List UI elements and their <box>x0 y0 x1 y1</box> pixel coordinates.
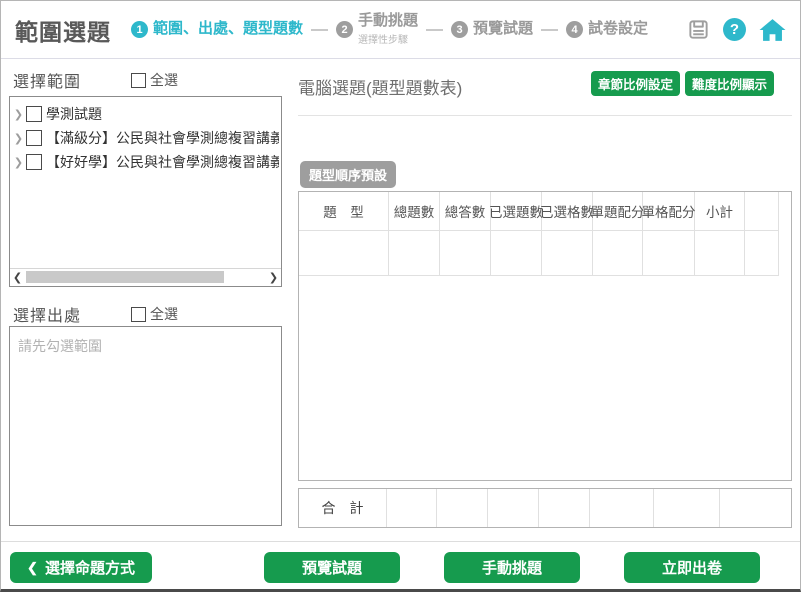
range-section-title: 選擇範圍 <box>13 68 131 92</box>
col-extra <box>745 192 779 231</box>
scrollbar-track[interactable] <box>25 269 266 286</box>
total-cell <box>387 489 437 527</box>
help-icon[interactable]: ? <box>723 18 746 41</box>
table-cell <box>542 231 593 276</box>
table-empty-row <box>299 231 791 276</box>
range-section-header: 選擇範圍 全選 <box>13 68 283 92</box>
difficulty-ratio-button[interactable]: 難度比例顯示 <box>685 71 774 96</box>
total-cell <box>590 489 654 527</box>
chevron-left-icon: ❮ <box>27 560 38 576</box>
range-select-all-checkbox[interactable] <box>131 73 146 88</box>
table-cell <box>593 231 643 276</box>
range-select-all[interactable]: 全選 <box>131 70 178 90</box>
header-bar: 範圍選題 1 範圍、出處、題型題數 2 手動挑題 選擇性步驟 3 預覽試題 4 <box>1 1 800 59</box>
step-4-number-badge: 4 <box>566 21 583 38</box>
source-placeholder-text: 請先勾選範圍 <box>10 327 281 365</box>
expand-chevron-icon[interactable]: ❯ <box>12 132 25 145</box>
scrollbar-thumb[interactable] <box>26 271 224 283</box>
total-label-cell: 合 計 <box>299 489 387 527</box>
col-points-per-question: 單題配分 <box>593 192 643 231</box>
tree-item-checkbox[interactable] <box>26 106 42 122</box>
step-2-subtitle: 選擇性步驟 <box>358 31 418 46</box>
step-2-number-badge: 2 <box>336 21 353 38</box>
total-cell <box>488 489 539 527</box>
tree-item-checkbox[interactable] <box>26 130 42 146</box>
step-4-paper-settings[interactable]: 4 試卷設定 <box>566 21 648 38</box>
expand-chevron-icon[interactable]: ❯ <box>12 156 25 169</box>
col-subtotal: 小計 <box>695 192 745 231</box>
source-section-title: 選擇出處 <box>13 302 131 326</box>
wizard-stepper: 1 範圍、出處、題型題數 2 手動挑題 選擇性步驟 3 預覽試題 4 試卷設定 <box>131 13 648 46</box>
step-3-number-badge: 3 <box>451 21 468 38</box>
back-to-method-button[interactable]: ❮ 選擇命題方式 <box>10 552 152 583</box>
scroll-left-arrow-icon[interactable]: ❮ <box>10 270 25 286</box>
tree-item-full-score-book[interactable]: ❯ 【滿級分】公民與社會學測總複習講義 賈 <box>12 126 279 150</box>
table-cell <box>299 231 389 276</box>
range-tree-listbox: ❯ 學測試題 ❯ 【滿級分】公民與社會學測總複習講義 賈 ❯ 【好好學】公民與社… <box>9 96 282 287</box>
table-cell <box>491 231 542 276</box>
horizontal-scrollbar[interactable]: ❮ ❯ <box>10 268 281 286</box>
tree-item-exam-questions[interactable]: ❯ 學測試題 <box>12 102 279 126</box>
step-divider <box>541 29 558 31</box>
generate-paper-button[interactable]: 立即出卷 <box>624 552 760 583</box>
preview-questions-button[interactable]: 預覽試題 <box>264 552 400 583</box>
table-header-row: 題 型 總題數 總答數 已選題數 已選格數 單題配分 單格配分 小計 <box>299 192 791 231</box>
footer-divider <box>1 541 800 542</box>
question-order-default-badge[interactable]: 題型順序預設 <box>300 161 396 188</box>
step-3-preview[interactable]: 3 預覽試題 <box>451 21 533 38</box>
source-select-all-checkbox[interactable] <box>131 307 146 322</box>
col-selected-blanks: 已選格數 <box>542 192 593 231</box>
step-1-number-badge: 1 <box>131 21 148 38</box>
tree-item-checkbox[interactable] <box>26 154 42 170</box>
total-cell <box>437 489 488 527</box>
source-select-all[interactable]: 全選 <box>131 304 178 324</box>
total-row: 合 計 <box>298 488 792 528</box>
col-total-questions: 總題數 <box>389 192 440 231</box>
table-cell <box>389 231 440 276</box>
right-panel-divider <box>298 115 792 116</box>
page-title: 範圍選題 <box>15 13 111 47</box>
total-cell <box>539 489 590 527</box>
question-type-table: 題 型 總題數 總答數 已選題數 已選格數 單題配分 單格配分 小計 <box>298 191 792 481</box>
col-total-answers: 總答數 <box>440 192 491 231</box>
total-cell <box>654 489 720 527</box>
table-cell <box>440 231 491 276</box>
range-tree: ❯ 學測試題 ❯ 【滿級分】公民與社會學測總複習講義 賈 ❯ 【好好學】公民與社… <box>10 97 281 174</box>
col-question-type: 題 型 <box>299 192 389 231</box>
source-listbox: 請先勾選範圍 <box>9 326 282 526</box>
table-cell <box>745 231 779 276</box>
chapter-ratio-button[interactable]: 章節比例設定 <box>591 71 680 96</box>
step-1-range[interactable]: 1 範圍、出處、題型題數 <box>131 21 303 38</box>
computer-selection-title: 電腦選題(題型題數表) <box>298 74 462 99</box>
expand-chevron-icon[interactable]: ❯ <box>12 108 25 121</box>
step-2-manual-pick[interactable]: 2 手動挑題 選擇性步驟 <box>336 13 418 46</box>
step-divider <box>311 29 328 31</box>
col-points-per-blank: 單格配分 <box>643 192 695 231</box>
manual-pick-button[interactable]: 手動挑題 <box>444 552 580 583</box>
col-selected-questions: 已選題數 <box>491 192 542 231</box>
header-icon-group: ? <box>687 1 786 58</box>
table-cell <box>695 231 745 276</box>
source-section-header: 選擇出處 全選 <box>13 302 283 326</box>
scroll-right-arrow-icon[interactable]: ❯ <box>266 270 281 286</box>
table-cell <box>643 231 695 276</box>
app-window: 範圍選題 1 範圍、出處、題型題數 2 手動挑題 選擇性步驟 3 預覽試題 4 <box>0 0 801 592</box>
step-divider <box>426 29 443 31</box>
tree-item-study-well-book[interactable]: ❯ 【好好學】公民與社會學測總複習講義 賈 <box>12 150 279 174</box>
home-icon[interactable] <box>759 18 786 42</box>
total-cell <box>720 489 791 527</box>
save-icon[interactable] <box>687 18 710 41</box>
